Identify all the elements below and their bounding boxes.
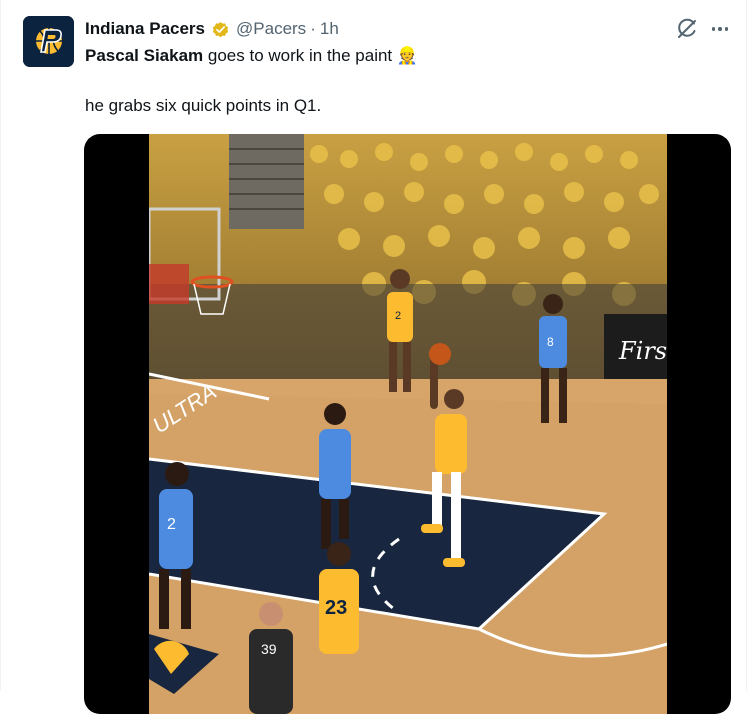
more-options-icon (718, 27, 722, 31)
more-options-icon (724, 27, 729, 31)
jersey-number: 2 (395, 310, 401, 322)
player-name: Pascal Siakam (85, 46, 204, 65)
jersey-number: 39 (261, 641, 277, 657)
post-header: Indiana Pacers @Pacers · 1h (85, 17, 339, 41)
tweet-card[interactable]: Indiana Pacers @Pacers · 1h Pascal Siaka… (0, 0, 747, 714)
pacers-logo-icon (23, 16, 74, 67)
timestamp[interactable]: 1h (320, 19, 339, 39)
avatar[interactable] (23, 16, 74, 67)
verified-badge-icon (212, 21, 229, 37)
author-handle[interactable]: @Pacers (236, 19, 306, 39)
post-text-line1: Pascal Siakam goes to work in the paint … (85, 44, 418, 68)
separator-dot: · (310, 19, 316, 38)
grok-icon (678, 18, 696, 38)
partner-logo: Firstbank (618, 337, 667, 365)
jersey-number: 2 (167, 516, 176, 533)
construction-worker-emoji: 👷 (396, 46, 419, 65)
post-text-line2: he grabs six quick points in Q1. (85, 96, 322, 115)
video-frame: Firstbank ULTRA (149, 134, 667, 714)
author-name[interactable]: Indiana Pacers (85, 19, 205, 39)
video-player[interactable]: Firstbank ULTRA (84, 134, 731, 714)
more-options-icon (711, 27, 716, 31)
jersey-number: 8 (547, 335, 554, 349)
grok-button[interactable] (675, 17, 699, 41)
more-options-button[interactable] (707, 17, 733, 41)
post-text-rest: goes to work in the paint (203, 46, 393, 65)
jersey-number: 23 (325, 597, 347, 619)
